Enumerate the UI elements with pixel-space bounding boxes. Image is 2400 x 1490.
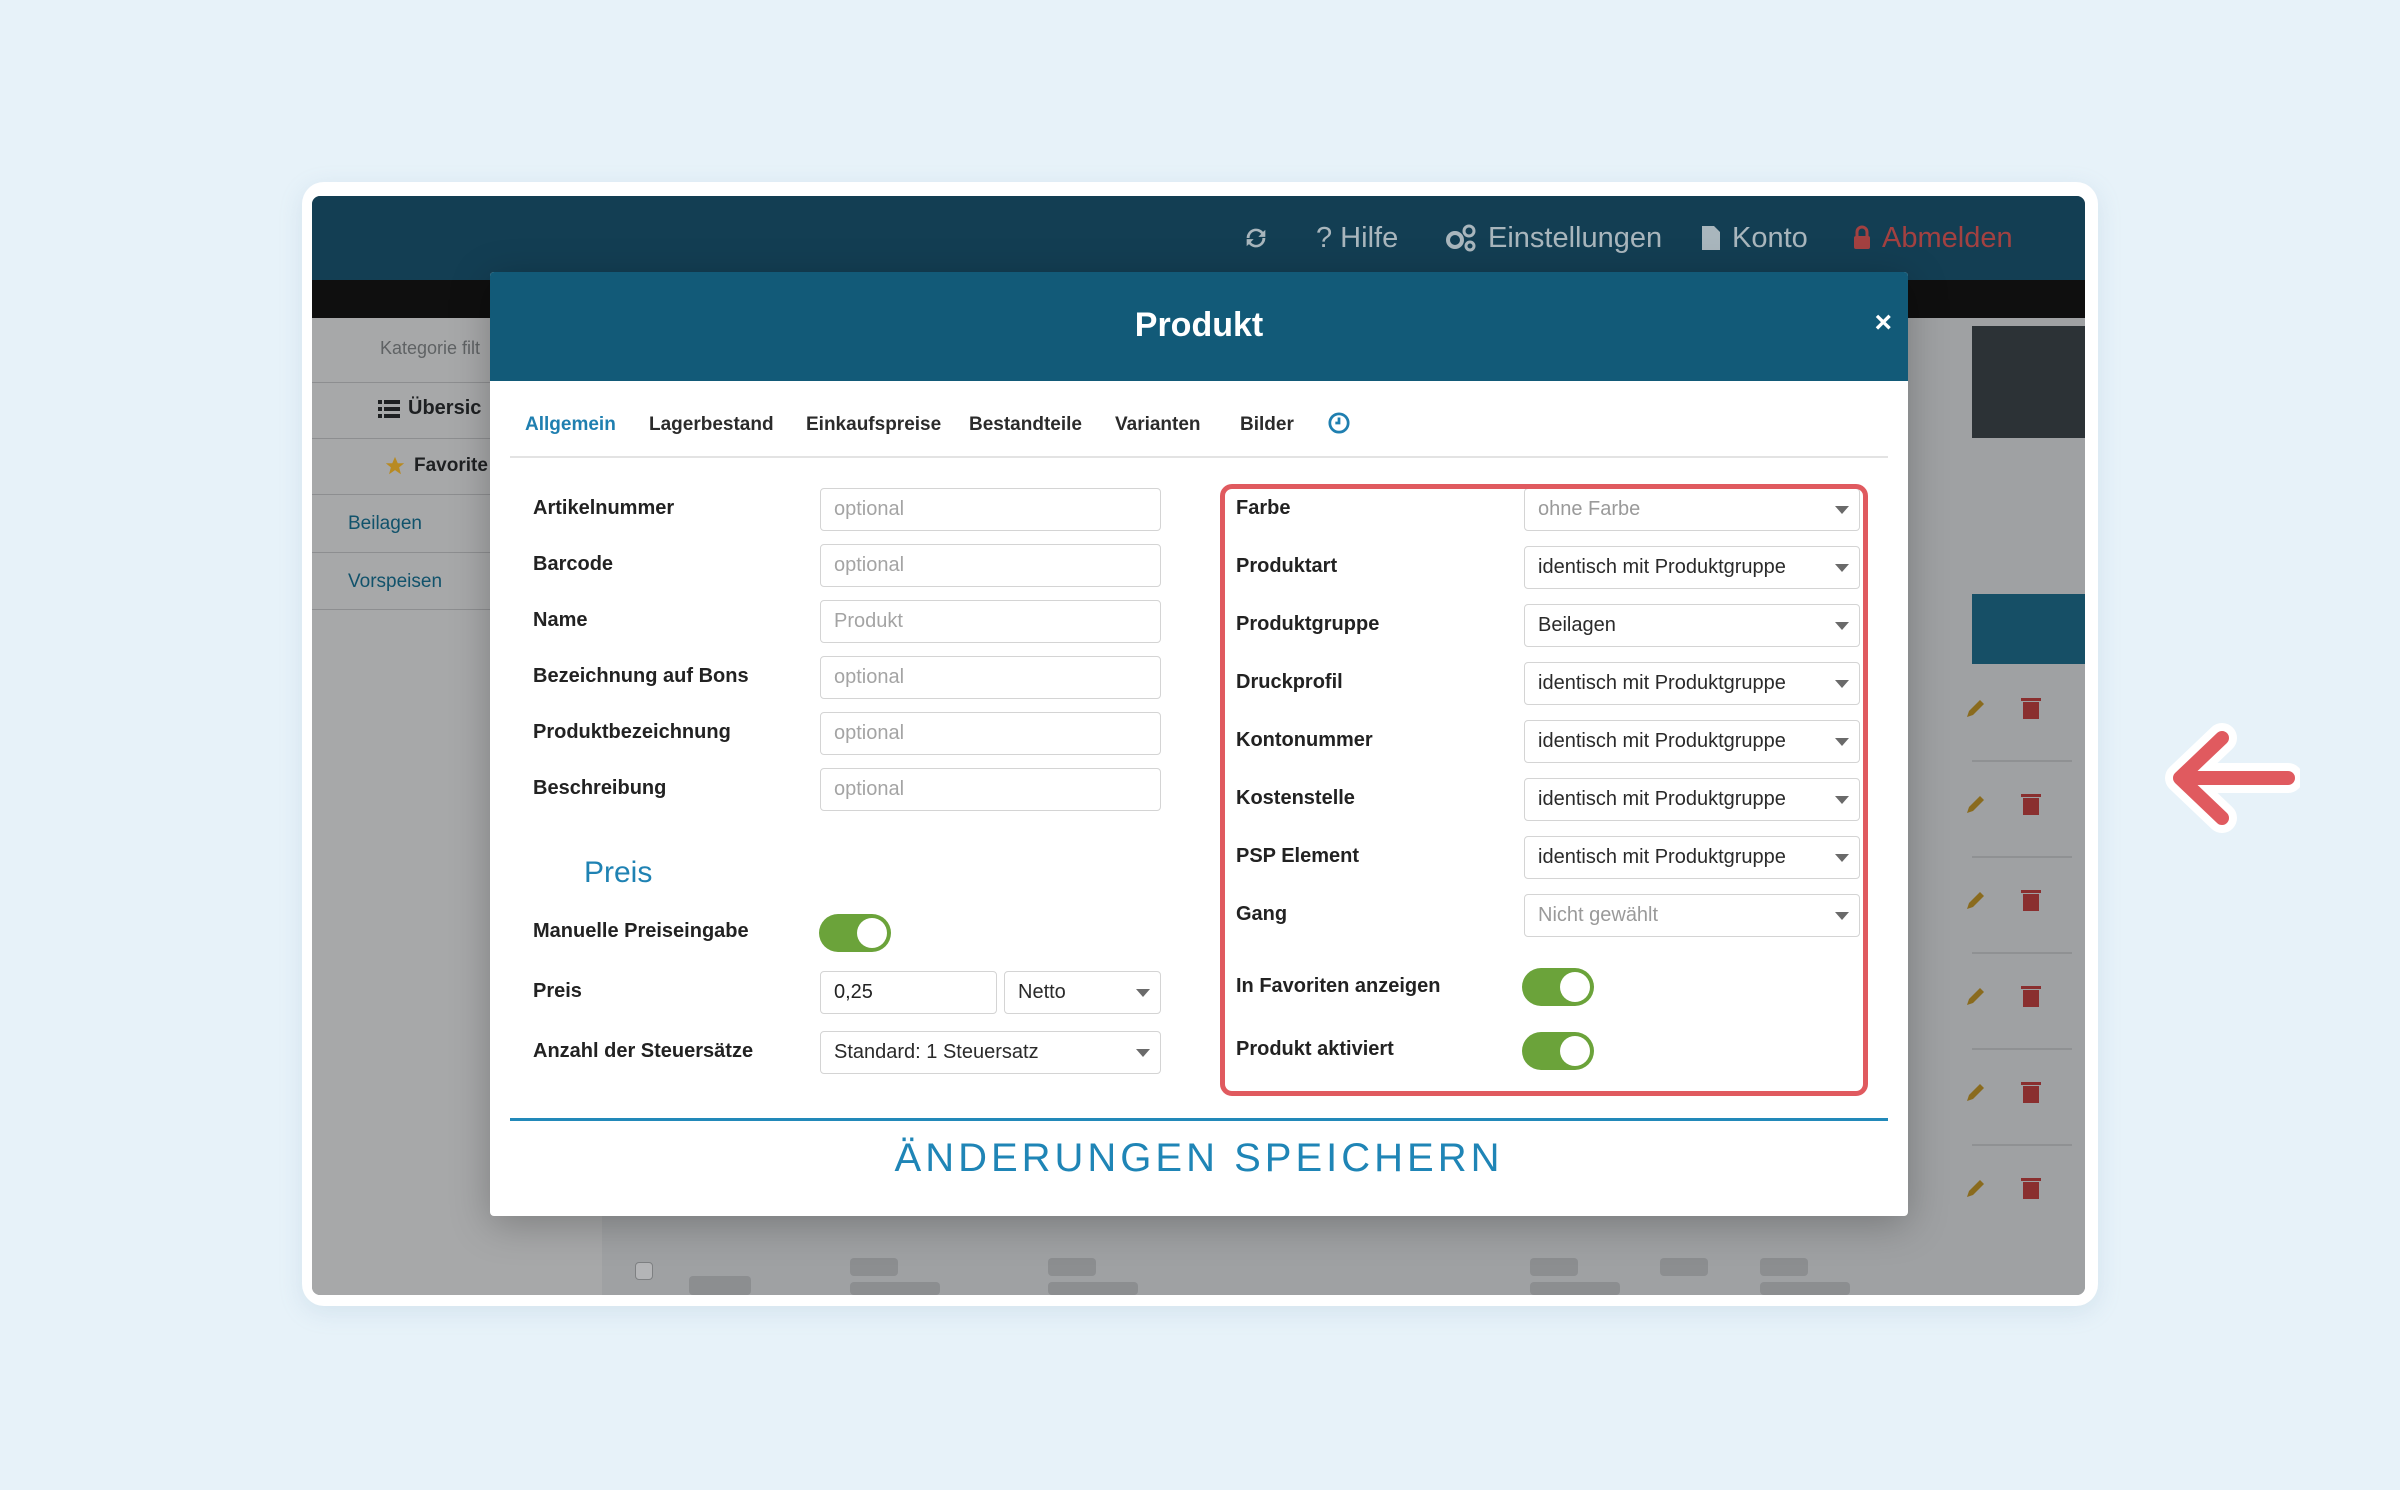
category-filter-input[interactable]: Kategorie filt: [380, 338, 480, 359]
table-row: [1964, 1080, 2064, 1110]
row-divider: [1972, 760, 2072, 762]
refresh-button[interactable]: [1242, 214, 1270, 262]
barcode-input[interactable]: optional: [820, 544, 1161, 587]
help-link[interactable]: ? Hilfe: [1316, 214, 1398, 262]
tab-einkaufspreise[interactable]: Einkaufspreise: [806, 414, 941, 436]
placeholder-cell: [1760, 1258, 1808, 1276]
row-divider: [1972, 1048, 2072, 1050]
trash-icon[interactable]: [2020, 1176, 2042, 1200]
placeholder-cell: [850, 1258, 898, 1276]
row-divider: [1972, 856, 2072, 858]
row-divider: [1972, 1144, 2072, 1146]
trash-icon[interactable]: [2020, 792, 2042, 816]
label-price: Preis: [533, 980, 582, 1002]
produktbezeichnung-input[interactable]: optional: [820, 712, 1161, 755]
pencil-icon[interactable]: [1964, 1176, 1988, 1200]
chevron-down-icon: [1136, 989, 1150, 997]
trash-icon[interactable]: [2020, 888, 2042, 912]
help-label: ? Hilfe: [1316, 221, 1399, 254]
placeholder-cell: [1530, 1282, 1620, 1295]
placeholder-cell: [850, 1282, 940, 1295]
table-row: [1964, 1176, 2064, 1206]
table-row: [1964, 696, 2064, 726]
table-row: [1964, 984, 2064, 1014]
settings-link[interactable]: Einstellungen: [1444, 214, 1662, 262]
logout-label: Abmelden: [1882, 221, 2013, 254]
pencil-icon[interactable]: [1964, 1080, 1988, 1104]
label-artikelnummer: Artikelnummer: [533, 497, 675, 519]
placeholder-cell: [689, 1276, 751, 1295]
label-manual-price: Manuelle Preiseingabe: [533, 920, 749, 942]
tab-varianten[interactable]: Varianten: [1115, 414, 1201, 436]
label-beschreibung: Beschreibung: [533, 777, 667, 799]
settings-label: Einstellungen: [1488, 221, 1663, 254]
price-type-value: Netto: [1018, 981, 1066, 1003]
trash-icon[interactable]: [2020, 984, 2042, 1008]
main-header-panel: [1972, 326, 2085, 438]
trash-icon[interactable]: [2020, 696, 2042, 720]
table-header-bar: [1972, 594, 2085, 664]
artikelnummer-input[interactable]: optional: [820, 488, 1161, 531]
tab-bestandteile[interactable]: Bestandteile: [969, 414, 1082, 436]
pencil-icon[interactable]: [1964, 792, 1988, 816]
tab-allgemein[interactable]: Allgemein: [525, 414, 616, 436]
placeholder-cell: [1530, 1258, 1578, 1276]
account-link[interactable]: Konto: [1700, 214, 1808, 262]
label-name: Name: [533, 609, 588, 631]
table-row: [1964, 792, 2064, 822]
name-input[interactable]: Produkt: [820, 600, 1161, 643]
save-changes-button[interactable]: ÄNDERUNGEN SPEICHERN: [490, 1136, 1908, 1181]
trash-icon[interactable]: [2020, 1080, 2042, 1104]
logout-link[interactable]: Abmelden: [1852, 214, 2013, 262]
bezeichnung-bons-input[interactable]: optional: [820, 656, 1161, 699]
label-tax: Anzahl der Steuersätze: [533, 1040, 754, 1062]
refresh-icon: [1246, 228, 1266, 248]
pencil-icon[interactable]: [1964, 984, 1988, 1008]
clock-icon[interactable]: [1328, 412, 1350, 434]
modal-header: Produkt ×: [490, 272, 1908, 381]
row-checkbox[interactable]: [635, 1262, 653, 1280]
top-nav: ? Hilfe Einstellungen Konto Abmelden: [312, 196, 2085, 280]
manual-price-toggle[interactable]: [819, 914, 891, 952]
modal-title: Produkt: [1134, 306, 1264, 344]
tab-bar: Allgemein Lagerbestand Einkaufspreise Be…: [510, 402, 1888, 458]
toggle-knob: [857, 918, 887, 948]
sidebar-favorites-label: Favorite: [414, 455, 488, 476]
placeholder-cell: [1660, 1258, 1708, 1276]
lock-icon: [1854, 225, 1870, 249]
placeholder-cell: [1048, 1258, 1096, 1276]
table-row: [1964, 888, 2064, 918]
tax-select[interactable]: Standard: 1 Steuersatz: [820, 1031, 1161, 1074]
sidebar-link-beilagen: Beilagen: [348, 513, 422, 534]
save-divider: [510, 1118, 1888, 1121]
sidebar-link-vorspeisen: Vorspeisen: [348, 571, 443, 592]
chevron-down-icon: [1136, 1049, 1150, 1057]
placeholder-cell: [1760, 1282, 1850, 1295]
tab-bilder[interactable]: Bilder: [1240, 414, 1294, 436]
label-produktbezeichnung: Produktbezeichnung: [533, 721, 731, 743]
highlight-box: [1220, 484, 1868, 1096]
star-icon: [385, 456, 405, 475]
account-label: Konto: [1732, 221, 1808, 254]
list-icon: [378, 400, 400, 418]
tab-lagerbestand[interactable]: Lagerbestand: [649, 414, 774, 436]
gears-icon: [1446, 224, 1476, 252]
file-icon: [1702, 226, 1720, 250]
label-bezeichnung-bons: Bezeichnung auf Bons: [533, 665, 749, 687]
tax-value: Standard: 1 Steuersatz: [834, 1041, 1039, 1063]
close-icon[interactable]: ×: [1874, 306, 1892, 340]
product-modal: Produkt × Allgemein Lagerbestand Einkauf…: [490, 272, 1908, 1216]
arrow-left-icon: [2165, 723, 2300, 833]
row-divider: [1972, 952, 2072, 954]
pencil-icon[interactable]: [1964, 696, 1988, 720]
sidebar-overview-label: Übersic: [408, 397, 482, 419]
beschreibung-input[interactable]: optional: [820, 768, 1161, 811]
pencil-icon[interactable]: [1964, 888, 1988, 912]
price-section-title: Preis: [584, 856, 653, 889]
price-input[interactable]: 0,25: [820, 971, 997, 1014]
price-type-select[interactable]: Netto: [1004, 971, 1161, 1014]
label-barcode: Barcode: [533, 553, 614, 575]
placeholder-cell: [1048, 1282, 1138, 1295]
